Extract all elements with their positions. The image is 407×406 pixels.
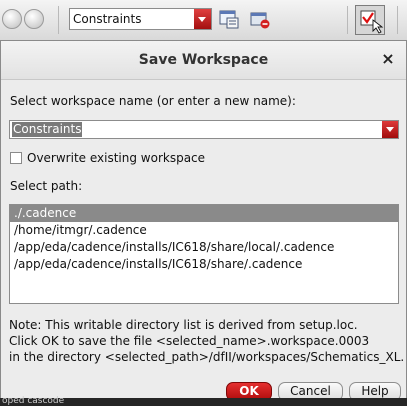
workspace-icon[interactable] bbox=[218, 8, 240, 30]
background-toolbar: Constraints bbox=[0, 0, 407, 41]
camera-icon[interactable] bbox=[249, 8, 271, 30]
workspace-combo-value: Constraints bbox=[73, 12, 142, 26]
overwrite-label: Overwrite existing workspace bbox=[27, 151, 206, 165]
dialog-titlebar: Save Workspace × bbox=[1, 41, 406, 80]
circle-button-icon[interactable] bbox=[2, 9, 22, 29]
note-line: Note: This writable directory list is de… bbox=[9, 318, 358, 332]
path-list-item[interactable]: ./.cadence bbox=[10, 205, 398, 222]
workspace-name-value[interactable]: Constraints bbox=[12, 122, 83, 137]
close-icon[interactable]: × bbox=[380, 51, 396, 67]
workspace-combo[interactable]: Constraints bbox=[69, 8, 212, 30]
path-list-item[interactable]: /home/itmgr/.cadence bbox=[10, 222, 398, 239]
dialog-title: Save Workspace bbox=[138, 52, 269, 68]
background-peek-text: oped cascode bbox=[2, 396, 65, 406]
save-workspace-dialog: Save Workspace × Select workspace name (… bbox=[0, 40, 407, 406]
overwrite-checkbox[interactable] bbox=[10, 152, 22, 164]
select-path-label: Select path: bbox=[10, 179, 83, 193]
path-list-item[interactable]: /app/eda/cadence/installs/IC618/share/lo… bbox=[10, 239, 398, 256]
toolbar-separator bbox=[347, 6, 348, 34]
note-line: in the directory <selected_path>/dfII/wo… bbox=[9, 350, 405, 364]
workspace-name-label: Select workspace name (or enter a new na… bbox=[10, 94, 296, 108]
path-list[interactable]: ./.cadence /home/itmgr/.cadence /app/eda… bbox=[9, 204, 399, 304]
toolbar-separator bbox=[397, 6, 398, 34]
path-list-item[interactable]: /app/eda/cadence/installs/IC618/share/.c… bbox=[10, 256, 398, 273]
checklist-button[interactable] bbox=[355, 5, 385, 35]
checklist-icon bbox=[360, 10, 384, 34]
toolbar-separator bbox=[58, 6, 59, 34]
note-line: Click OK to save the file <selected_name… bbox=[9, 334, 370, 348]
chevron-down-icon[interactable] bbox=[382, 121, 398, 138]
chevron-down-icon[interactable] bbox=[194, 9, 211, 29]
workspace-name-combo[interactable]: Constraints bbox=[9, 120, 399, 139]
circle-button-icon[interactable] bbox=[24, 9, 44, 29]
